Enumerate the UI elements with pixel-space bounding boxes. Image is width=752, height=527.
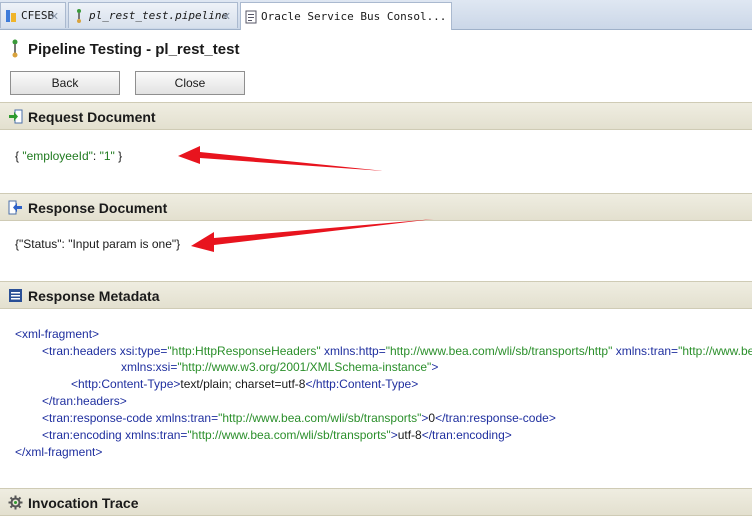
request-document-header[interactable]: Request Document [0, 102, 752, 130]
page-header: Pipeline Testing - pl_rest_test [0, 30, 752, 68]
section-title: Request Document [28, 109, 156, 125]
editor-tab-bar: CFESB ✕ pl_rest_test.pipeline ✕ Oracle S… [0, 0, 752, 30]
close-button[interactable]: Close [135, 71, 245, 95]
pipeline-icon [73, 8, 85, 23]
response-metadata-xml: <xml-fragment> <tran:headers xsi:type="h… [15, 326, 752, 466]
console-page-icon [245, 10, 257, 24]
annotation-arrow-request [178, 146, 384, 171]
close-icon[interactable]: ✕ [222, 10, 231, 23]
tab-osb-console[interactable]: Oracle Service Bus Consol... [240, 2, 452, 30]
xml-line: <tran:response-code xmlns:tran="http://w… [42, 411, 556, 425]
import-arrow-icon [8, 109, 23, 124]
xml-line: xmlns:xsi="http://www.w3.org/2001/XMLSch… [121, 360, 439, 374]
xml-line: <tran:encoding xmlns:tran="http://www.be… [42, 428, 512, 442]
tab-cfesb[interactable]: CFESB ✕ [0, 2, 66, 28]
tab-label: pl_rest_test.pipeline [89, 9, 229, 22]
response-document-header[interactable]: Response Document [0, 193, 752, 221]
tab-pipeline[interactable]: pl_rest_test.pipeline ✕ [68, 2, 238, 28]
page-title: Pipeline Testing - pl_rest_test [28, 41, 240, 58]
back-button[interactable]: Back [10, 71, 120, 95]
export-arrow-icon [8, 200, 23, 215]
xml-line: </tran:headers> [42, 394, 127, 408]
xml-line: <xml-fragment> [15, 327, 100, 341]
close-icon[interactable]: ✕ [50, 10, 59, 23]
xml-line: <http:Content-Type>text/plain; charset=u… [71, 377, 419, 391]
response-document-body: {"Status": "Input param is one"} [15, 237, 181, 251]
pipeline-icon [9, 39, 21, 59]
gear-trace-icon [8, 495, 23, 510]
section-title: Invocation Trace [28, 495, 139, 511]
response-metadata-header[interactable]: Response Metadata [0, 281, 752, 309]
annotation-arrow-response [191, 219, 434, 252]
tab-label: Oracle Service Bus Consol... [261, 10, 447, 23]
invocation-trace-header[interactable]: Invocation Trace [0, 488, 752, 516]
project-icon [5, 9, 17, 23]
xml-line: </xml-fragment> [15, 445, 103, 459]
document-list-icon [8, 288, 23, 303]
section-title: Response Document [28, 200, 168, 216]
xml-line: <tran:headers xsi:type="http:HttpRespons… [42, 344, 752, 358]
request-document-body: { "employeeId": "1" } [15, 149, 123, 163]
section-title: Response Metadata [28, 288, 160, 304]
